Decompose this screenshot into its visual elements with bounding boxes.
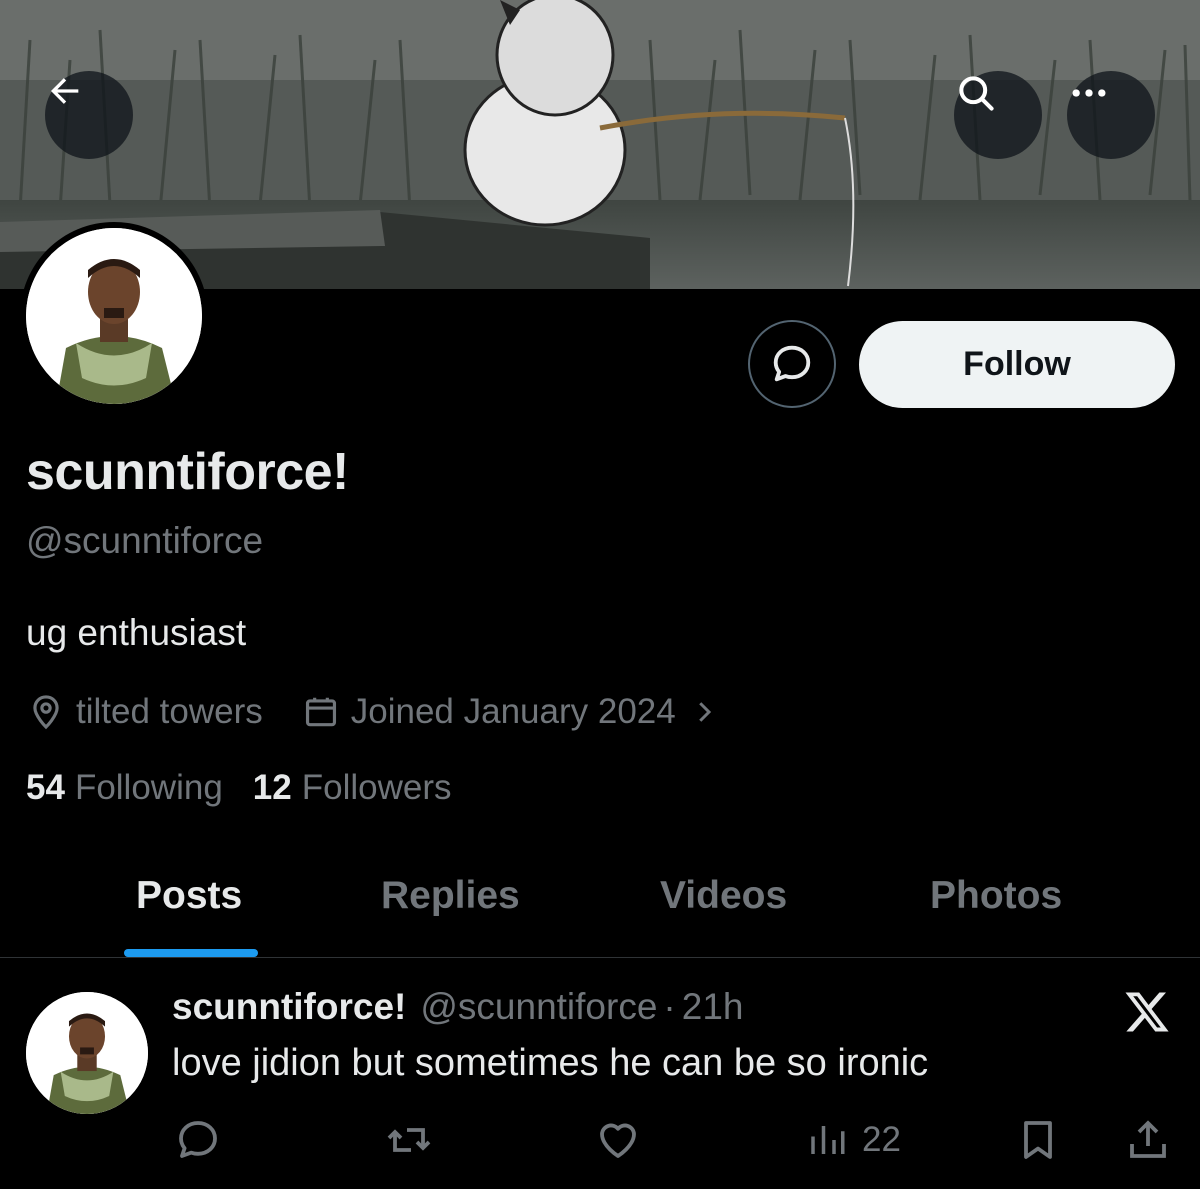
- post-author-handle[interactable]: @scunntiforce: [420, 986, 657, 1028]
- reply-button[interactable]: [174, 1114, 222, 1166]
- tab-videos[interactable]: Videos: [660, 874, 787, 918]
- more-horizontal-icon: [1072, 89, 1106, 97]
- tab-replies[interactable]: Replies: [381, 874, 520, 918]
- heart-icon: [600, 1123, 636, 1158]
- bookmark-button[interactable]: [1014, 1114, 1062, 1166]
- profile-banner[interactable]: [0, 0, 1200, 289]
- tab-posts[interactable]: Posts: [136, 874, 242, 918]
- chevron-right-icon: [684, 692, 724, 732]
- post-text: love jidion but sometimes he can be so i…: [172, 1042, 929, 1084]
- joined-date[interactable]: Joined January 2024: [301, 692, 734, 732]
- back-button[interactable]: [45, 71, 133, 159]
- profile-meta: tilted towers Joined January 2024: [26, 688, 734, 736]
- search-icon: [959, 76, 994, 111]
- reply-icon: [179, 1121, 217, 1158]
- share-button[interactable]: [1124, 1114, 1172, 1166]
- like-button[interactable]: [594, 1114, 642, 1166]
- separator-dot: ·: [663, 986, 676, 1027]
- joined-text: Joined January 2024: [350, 692, 676, 731]
- followers-link[interactable]: 12 Followers: [253, 768, 452, 808]
- post-time[interactable]: 21h: [682, 986, 744, 1028]
- calendar-icon: [301, 692, 341, 732]
- following-link[interactable]: 54 Following: [26, 768, 223, 808]
- post-author-name[interactable]: scunntiforce!: [172, 986, 406, 1028]
- tab-photos[interactable]: Photos: [930, 874, 1062, 918]
- profile-avatar[interactable]: [20, 222, 208, 410]
- message-bubble-icon: [773, 345, 811, 382]
- message-button[interactable]: [748, 320, 836, 408]
- followers-label: Followers: [301, 768, 452, 807]
- avatar-image: [26, 992, 148, 1114]
- arrow-left-icon: [51, 78, 79, 104]
- profile-tabs: Posts Replies Videos Photos: [0, 860, 1200, 958]
- avatar-image: [26, 228, 202, 404]
- profile-bio: ug enthusiast: [26, 612, 247, 653]
- post-header: scunntiforce! @scunntiforce · 21h: [172, 986, 743, 1028]
- follow-counts: 54 Following 12 Followers: [26, 768, 482, 808]
- x-logo-icon: [1122, 988, 1172, 1036]
- views-count: 22: [862, 1120, 901, 1159]
- location-text: tilted towers: [76, 692, 263, 731]
- following-count: 54: [26, 768, 65, 807]
- repost-icon: [387, 1128, 431, 1152]
- views-chart-icon: [811, 1126, 845, 1154]
- follow-button[interactable]: Follow: [859, 321, 1175, 408]
- display-name: scunntiforce!: [26, 443, 349, 501]
- profile-handle: @scunntiforce: [26, 520, 264, 561]
- location-pin-icon: [26, 692, 66, 732]
- more-options-button[interactable]: [1067, 71, 1155, 159]
- search-button[interactable]: [954, 71, 1042, 159]
- active-tab-indicator: [124, 949, 258, 957]
- bookmark-icon: [1024, 1121, 1052, 1159]
- following-label: Following: [74, 768, 223, 807]
- post-avatar[interactable]: [26, 992, 148, 1114]
- repost-button[interactable]: [384, 1114, 434, 1166]
- share-icon: [1130, 1120, 1166, 1158]
- location: tilted towers: [26, 692, 263, 732]
- views-button[interactable]: 22: [806, 1114, 901, 1166]
- followers-count: 12: [252, 768, 292, 807]
